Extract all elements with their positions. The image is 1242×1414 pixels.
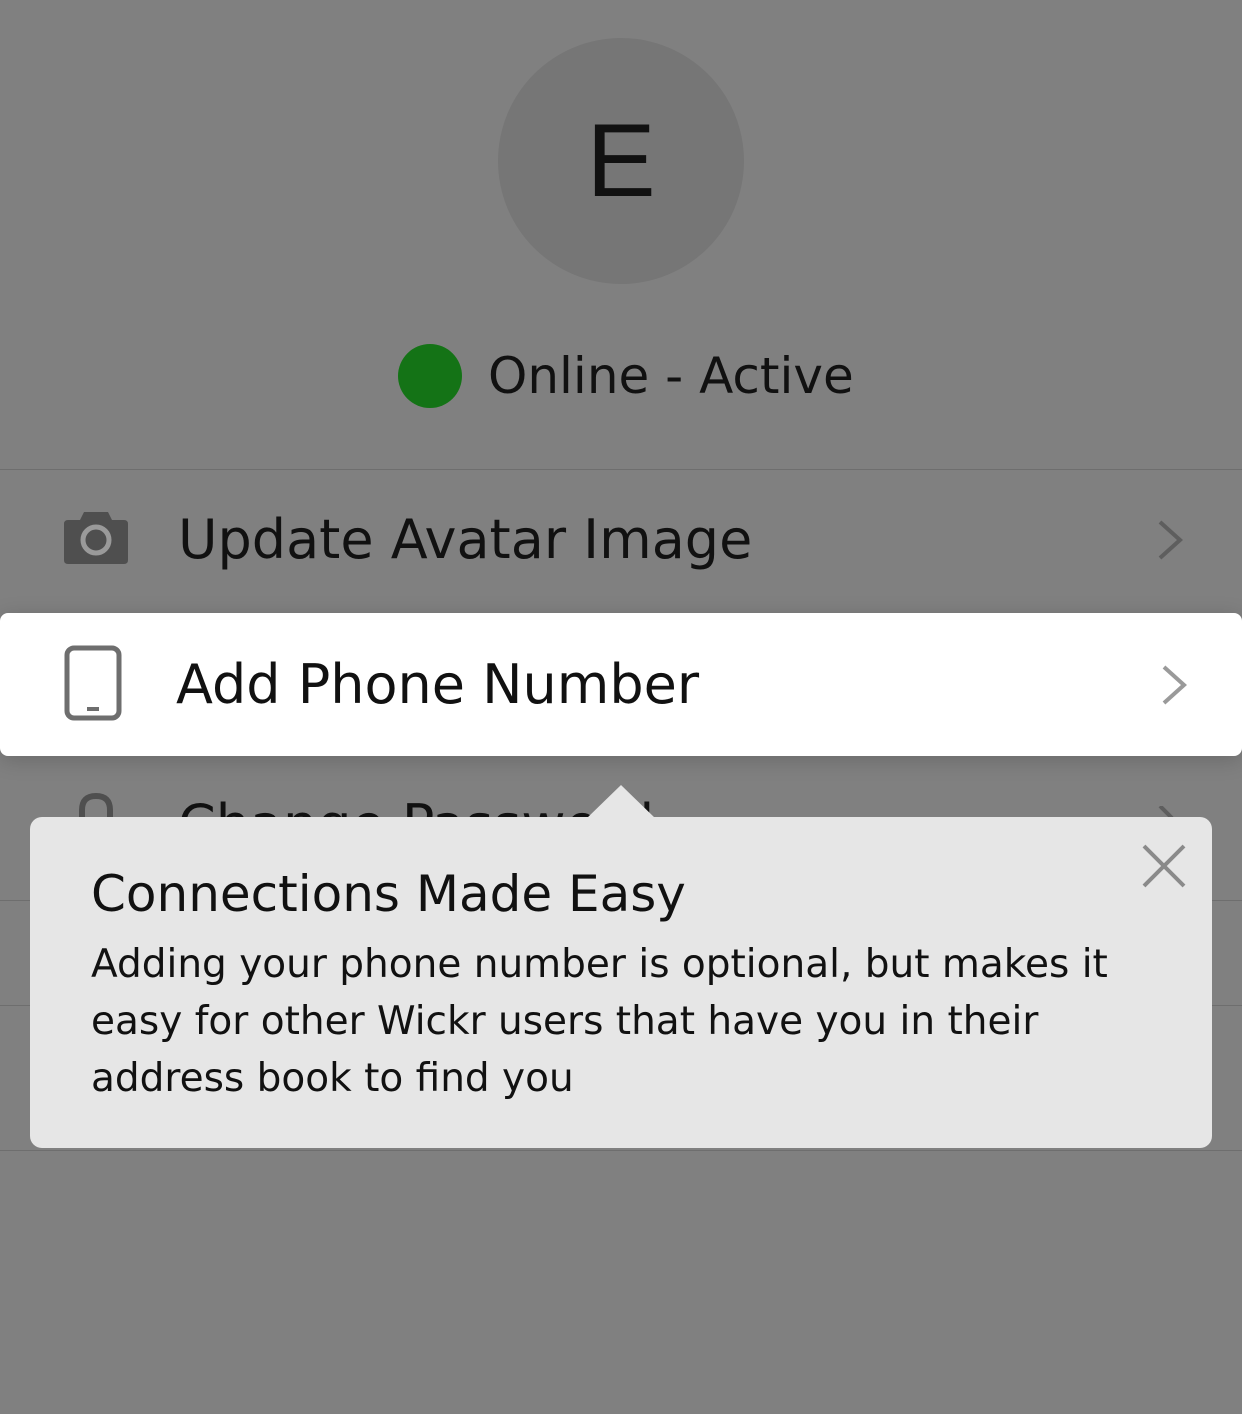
menu-item-label: Update Avatar Image <box>178 508 753 571</box>
tooltip-title: Connections Made Easy <box>91 865 686 923</box>
status-indicator-icon <box>398 344 462 408</box>
chevron-right-icon <box>1158 520 1183 560</box>
camera-icon <box>64 512 128 564</box>
close-icon[interactable] <box>1140 842 1188 890</box>
menu-item-change-password[interactable]: Change Password <box>178 790 654 818</box>
avatar-initial: E <box>586 103 656 219</box>
tablet-icon <box>64 645 122 721</box>
menu-item-label: Add Phone Number <box>176 653 700 716</box>
chevron-right-icon <box>1162 665 1187 705</box>
menu-item-add-phone[interactable]: Add Phone Number <box>0 613 1242 756</box>
tooltip-arrow <box>586 785 656 819</box>
tooltip-body: Adding your phone number is optional, bu… <box>91 942 1108 1101</box>
menu-item-update-avatar[interactable]: Update Avatar Image <box>0 470 1242 612</box>
avatar[interactable]: E <box>498 38 744 284</box>
divider <box>0 1150 1242 1151</box>
status-label: Online - Active <box>488 347 854 405</box>
